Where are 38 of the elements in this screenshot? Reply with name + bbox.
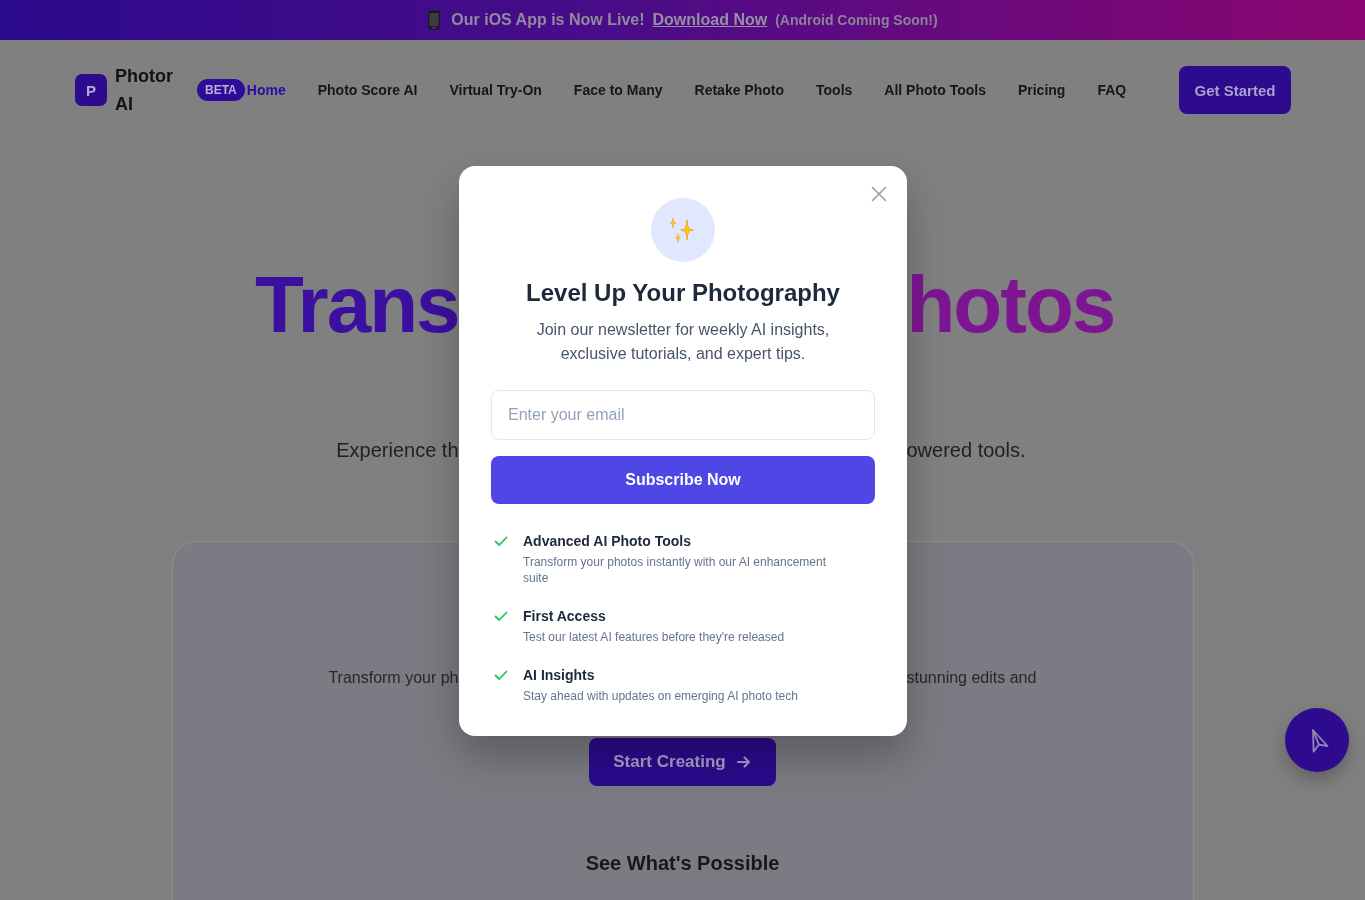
subscribe-button[interactable]: Subscribe Now <box>491 456 875 504</box>
nav-link[interactable]: Face to Many <box>573 82 663 98</box>
arrow-right-icon <box>735 754 752 770</box>
nav-link[interactable]: Home <box>246 82 286 98</box>
nav-link[interactable]: FAQ <box>1097 82 1127 98</box>
nav-link[interactable]: Virtual Try-On <box>449 82 542 98</box>
beta-badge: BETA <box>197 79 245 101</box>
hero-subtitle-fragment: owered tools. <box>906 438 1026 463</box>
feature-description: Test our latest AI features before they're released <box>523 629 785 645</box>
feature-title: First Access <box>523 607 606 626</box>
email-field[interactable]: Enter your email <box>491 390 875 440</box>
card-text-fragment: Transform your ph <box>328 668 459 688</box>
nav-link[interactable]: Retake Photo <box>694 82 784 98</box>
nav-link[interactable]: Photo Score AI <box>317 82 418 98</box>
nav-link[interactable]: Tools <box>816 82 853 98</box>
nav-link[interactable]: Pricing <box>1017 82 1066 98</box>
hero-title-fragment: Trans <box>255 267 459 343</box>
feature-title: AI Insights <box>523 666 595 685</box>
feature-title: Advanced AI Photo Tools <box>523 532 691 551</box>
close-icon[interactable] <box>871 186 887 202</box>
brand-name[interactable]: Photor AI <box>115 62 179 118</box>
phone-icon <box>427 10 442 30</box>
section-heading: See What's Possible <box>585 851 780 876</box>
get-started-button[interactable]: Get Started <box>1179 66 1291 114</box>
feature-description: Transform your photos instantly with our AI enhancement suite <box>523 554 828 586</box>
hero-title-fragment: hotos <box>906 267 1115 343</box>
dialog-description: Join our newsletter for weekly AI insights, exclusive tutorials, and expert tips. <box>535 320 831 364</box>
card-text-fragment: stunning edits and <box>906 668 1037 688</box>
feature-description: Stay ahead with updates on emerging AI photo tech <box>523 688 798 704</box>
announcement-text: Our iOS App is Now Live! <box>451 11 645 29</box>
android-note: (Android Coming Soon!) <box>775 12 938 28</box>
sparkles-icon <box>651 198 715 262</box>
start-creating-button[interactable]: Start Creating <box>589 738 776 786</box>
hero-subtitle-fragment: Experience th <box>336 438 459 463</box>
nav-link[interactable]: All Photo Tools <box>884 82 986 98</box>
dialog-title: Level Up Your Photography <box>526 278 840 308</box>
logo-mark[interactable]: P <box>75 74 107 106</box>
download-link[interactable]: Download Now <box>652 11 768 29</box>
